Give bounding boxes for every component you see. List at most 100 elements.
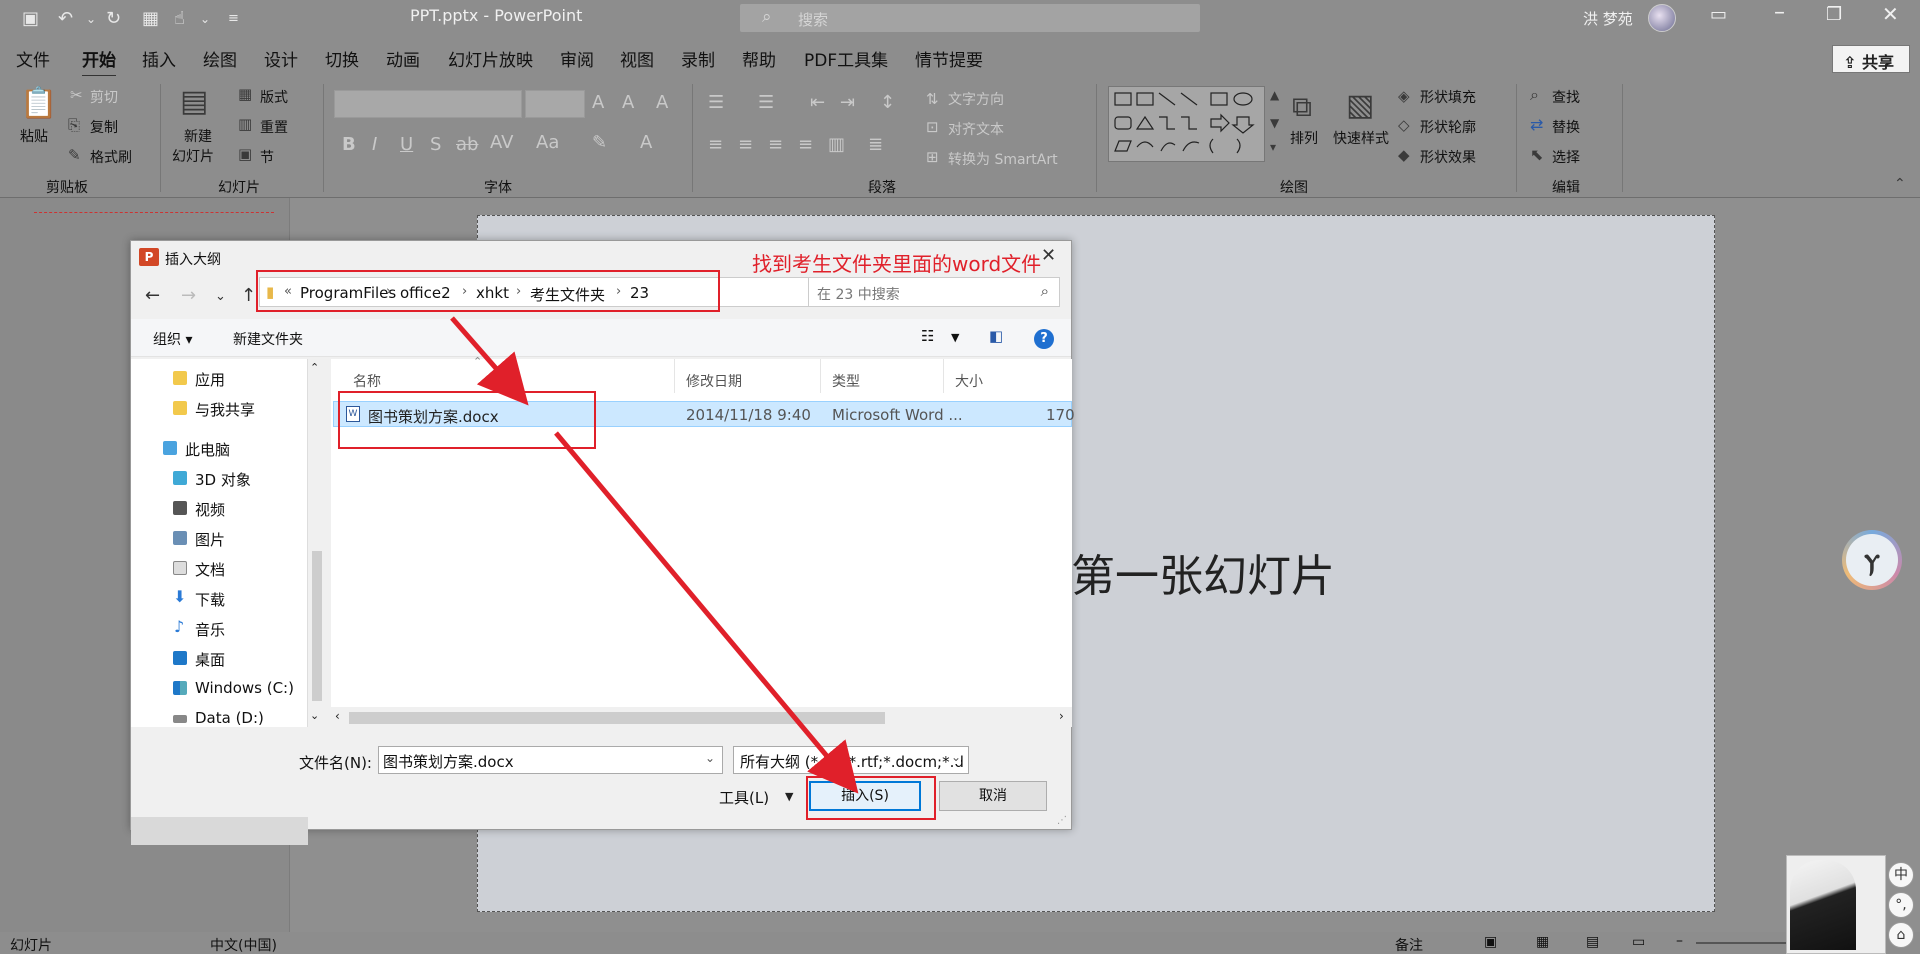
folder-search-input[interactable]: 在 23 中搜索 ⌕ xyxy=(808,277,1060,307)
ime-punct-button[interactable]: °, xyxy=(1888,892,1914,918)
help-icon[interactable]: ? xyxy=(1034,329,1054,349)
char-spacing-icon[interactable]: AV xyxy=(490,132,513,153)
filename-input[interactable]: 图书策划方案.docx ⌄ xyxy=(378,746,723,774)
zoom-out-icon[interactable]: – xyxy=(1676,933,1683,949)
arrange-button[interactable]: 排列 xyxy=(1290,128,1318,148)
scroll-down-icon[interactable]: ⌄ xyxy=(310,709,319,722)
close-icon[interactable]: ✕ xyxy=(1882,2,1899,26)
new-slide-label-1[interactable]: 新建 xyxy=(184,126,212,146)
slideshow-icon[interactable]: ▭ xyxy=(1632,934,1645,950)
shadow-icon[interactable]: S xyxy=(430,134,441,155)
shape-effects-button[interactable]: 形状效果 xyxy=(1420,147,1476,167)
undo-icon[interactable]: ↶ xyxy=(58,8,73,29)
nav-item-documents[interactable]: 文档 xyxy=(195,559,225,580)
smartart-button[interactable]: 转换为 SmartArt xyxy=(948,149,1058,169)
nav-item-videos[interactable]: 视频 xyxy=(195,499,225,520)
ime-skin-button[interactable]: ⌂ xyxy=(1888,922,1914,948)
preview-pane-icon[interactable]: ◧ xyxy=(989,327,1003,345)
customize-toolbar-icon[interactable]: ≡ xyxy=(228,11,239,26)
font-name-combo[interactable] xyxy=(334,90,522,118)
increase-indent-icon[interactable]: ⇥ xyxy=(840,92,855,113)
select-button[interactable]: 选择 xyxy=(1552,147,1580,167)
tab-pdf-tools[interactable]: PDF工具集 xyxy=(804,46,888,71)
save-icon[interactable]: ▣ xyxy=(22,8,39,29)
align-center-icon[interactable]: ≡ xyxy=(738,134,753,155)
line-spacing-icon[interactable]: ↕ xyxy=(880,92,895,113)
shape-outline-button[interactable]: 形状轮廓 xyxy=(1420,117,1476,137)
new-slide-label-2[interactable]: 幻灯片 xyxy=(172,146,214,166)
quick-styles-button[interactable]: 快速样式 xyxy=(1333,128,1389,148)
new-folder-button[interactable]: 新建文件夹 xyxy=(233,329,303,349)
column-modified[interactable]: 修改日期 xyxy=(686,371,742,391)
paste-button[interactable]: 粘贴 xyxy=(20,126,48,146)
restore-icon[interactable]: ❐ xyxy=(1826,4,1842,25)
tab-storyboard[interactable]: 情节提要 xyxy=(915,46,983,71)
quick-styles-icon[interactable]: ▧ xyxy=(1346,88,1374,123)
nav-item-shared[interactable]: 与我共享 xyxy=(195,399,255,420)
justify-icon[interactable]: ≡ xyxy=(798,134,813,155)
nav-item-data-d[interactable]: Data (D:) xyxy=(195,709,264,727)
bold-icon[interactable]: B xyxy=(342,134,356,155)
format-painter-button[interactable]: 格式刷 xyxy=(90,147,132,167)
new-slide-icon[interactable]: ▤ xyxy=(180,84,208,119)
shapes-gallery[interactable] xyxy=(1108,86,1265,162)
column-type[interactable]: 类型 xyxy=(832,371,860,391)
tab-draw[interactable]: 绘图 xyxy=(203,46,237,71)
align-left-icon[interactable]: ≡ xyxy=(708,134,723,155)
collapse-ribbon-icon[interactable]: ⌃ xyxy=(1894,176,1906,192)
touch-mode-icon[interactable]: ☝ xyxy=(174,8,185,29)
scroll-up-icon[interactable]: ⌃ xyxy=(310,361,319,374)
text-direction-button[interactable]: 文字方向 xyxy=(948,89,1004,109)
tab-file[interactable]: 文件 xyxy=(16,46,50,71)
tab-home[interactable]: 开始 xyxy=(82,46,116,78)
section-button[interactable]: 节 xyxy=(260,147,274,167)
shapes-scroll-up-icon[interactable]: ▲ xyxy=(1270,88,1279,102)
tools-menu-button[interactable]: 工具(L) xyxy=(719,787,769,808)
nav-item-windows-c[interactable]: Windows (C:) xyxy=(195,679,294,697)
tab-slideshow[interactable]: 幻灯片放映 xyxy=(448,46,533,71)
nav-scrollbar-thumb[interactable] xyxy=(312,551,322,701)
nav-item-3d-objects[interactable]: 3D 对象 xyxy=(195,469,251,490)
decrease-font-icon[interactable]: A xyxy=(622,92,634,113)
ribbon-display-icon[interactable]: ▭ xyxy=(1710,4,1727,25)
resize-grip-icon[interactable]: ⋰ xyxy=(1057,815,1067,826)
tab-design[interactable]: 设计 xyxy=(264,46,298,71)
scroll-right-icon[interactable]: › xyxy=(1059,709,1064,723)
change-case-icon[interactable]: Aa xyxy=(536,132,559,153)
undo-dropdown-icon[interactable]: ⌄ xyxy=(86,12,96,26)
bullets-icon[interactable]: ☰ xyxy=(708,92,724,113)
align-right-icon[interactable]: ≡ xyxy=(768,134,783,155)
search-box[interactable]: ⌕ 搜索 xyxy=(740,4,1200,32)
ime-mode-button[interactable]: 中 xyxy=(1888,862,1914,888)
arrange-icon[interactable]: ⧉ xyxy=(1292,90,1312,124)
reset-button[interactable]: 重置 xyxy=(260,117,288,137)
nav-item-this-pc[interactable]: 此电脑 xyxy=(185,439,230,460)
tab-help[interactable]: 帮助 xyxy=(742,46,776,71)
tab-view[interactable]: 视图 xyxy=(620,46,654,71)
view-options-icon[interactable]: ☷ xyxy=(921,327,934,345)
paste-icon[interactable]: 📋 xyxy=(20,86,57,121)
shapes-more-icon[interactable]: ▾ xyxy=(1270,140,1276,154)
column-size[interactable]: 大小 xyxy=(955,371,983,391)
reading-view-icon[interactable]: ▤ xyxy=(1586,934,1599,950)
touch-dropdown-icon[interactable]: ⌄ xyxy=(200,12,210,26)
tab-transitions[interactable]: 切换 xyxy=(325,46,359,71)
nav-item-desktop[interactable]: 桌面 xyxy=(195,649,225,670)
italic-icon[interactable]: I xyxy=(372,134,377,155)
avatar[interactable] xyxy=(1648,4,1676,32)
font-color-icon[interactable]: A xyxy=(640,132,652,153)
presentation-icon[interactable]: ▦ xyxy=(142,8,159,29)
scroll-left-icon[interactable]: ‹ xyxy=(335,709,340,723)
highlight-icon[interactable]: ✎ xyxy=(592,132,607,153)
numbering-icon[interactable]: ☰ xyxy=(758,92,774,113)
columns-icon[interactable]: ▥ xyxy=(828,134,845,155)
normal-view-icon[interactable]: ▣ xyxy=(1484,934,1497,950)
shapes-scroll-down-icon[interactable]: ▼ xyxy=(1270,116,1279,130)
align-text-button[interactable]: 对齐文本 xyxy=(948,119,1004,139)
tab-record[interactable]: 录制 xyxy=(681,46,715,71)
close-icon[interactable]: ✕ xyxy=(1041,245,1056,266)
forward-icon[interactable]: → xyxy=(181,285,196,306)
font-size-combo[interactable] xyxy=(525,90,585,118)
tab-review[interactable]: 审阅 xyxy=(560,46,594,71)
column-name[interactable]: 名称 xyxy=(353,371,381,391)
